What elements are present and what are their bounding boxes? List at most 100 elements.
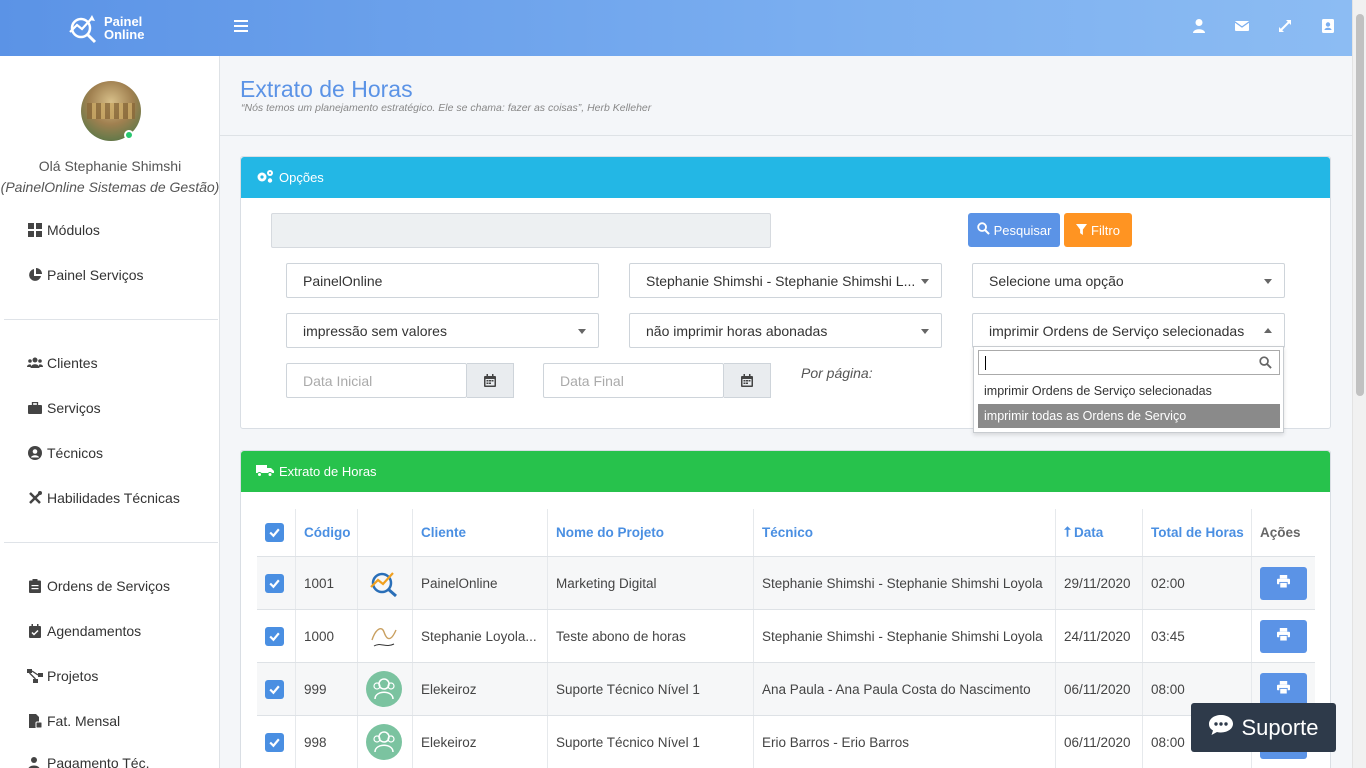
option-select[interactable]: Selecione uma opção: [972, 263, 1285, 298]
sidebar-item-label: Fat. Mensal: [47, 713, 121, 729]
file-invoice-icon: [27, 714, 43, 728]
table-row[interactable]: 998 Elekeiroz Suporte Técnico Nível 1 Er…: [257, 716, 1315, 768]
abonadas-select[interactable]: não imprimir horas abonadas: [629, 313, 942, 348]
cell-data: 06/11/2020: [1055, 663, 1142, 715]
row-checkbox[interactable]: [265, 732, 284, 752]
address-book-icon[interactable]: [1320, 18, 1336, 34]
options-card-header: Opções: [241, 157, 1330, 198]
sidebar-item-tecnicos[interactable]: Técnicos: [27, 445, 103, 461]
date-end-field[interactable]: Data Final: [543, 363, 724, 398]
people-placeholder-icon: [366, 724, 402, 760]
envelope-icon[interactable]: [1234, 18, 1250, 34]
briefcase-icon: [27, 401, 43, 415]
sidebar: Olá Stephanie Shimshi (PainelOnline Sist…: [0, 56, 220, 768]
sidebar-item-modulos[interactable]: Módulos: [27, 222, 100, 238]
client-logo: [357, 663, 412, 715]
row-checkbox[interactable]: [265, 573, 284, 593]
row-checkbox[interactable]: [265, 626, 284, 646]
expand-icon[interactable]: [1277, 18, 1293, 34]
sidebar-item-label: Pagamento Téc.: [47, 755, 150, 768]
search-button[interactable]: Pesquisar: [968, 213, 1060, 247]
column-header-acoes: Ações: [1251, 509, 1315, 556]
table-row[interactable]: 1001 PainelOnline Marketing Digital Step…: [257, 557, 1315, 610]
calendar-icon[interactable]: [467, 363, 514, 398]
table-header-row: Código Cliente Nome do Projeto Técnico D…: [257, 509, 1315, 557]
cell-cliente: Elekeiroz: [412, 663, 547, 715]
chat-bubble-icon: [1208, 714, 1234, 742]
client-logo: [357, 610, 412, 662]
column-header-tecnico[interactable]: Técnico: [753, 509, 1055, 556]
select-all-checkbox[interactable]: [265, 523, 284, 542]
search-input[interactable]: [271, 213, 771, 248]
dropdown-search-input[interactable]: [978, 350, 1280, 375]
calendar-icon[interactable]: [724, 363, 771, 398]
people-placeholder-icon: [366, 671, 402, 707]
logo-text-line2: Online: [104, 27, 145, 42]
cell-cliente: Stephanie Loyola...: [412, 610, 547, 662]
date-end-placeholder: Data Final: [560, 372, 624, 389]
support-chat-button[interactable]: Suporte: [1191, 703, 1336, 752]
sort-up-icon: [1064, 525, 1071, 540]
cell-projeto: Teste abono de horas: [547, 610, 753, 662]
user-dollar-icon: [27, 756, 43, 768]
column-header-cliente[interactable]: Cliente: [412, 509, 547, 556]
clipboard-icon: [27, 579, 43, 593]
column-header-codigo[interactable]: Código: [295, 509, 357, 556]
sidebar-item-painel-servicos[interactable]: Painel Serviços: [27, 267, 144, 283]
dropdown-option[interactable]: imprimir Ordens de Serviço selecionadas: [978, 379, 1280, 403]
tecnico-select[interactable]: Stephanie Shimshi - Stephanie Shimshi L.…: [629, 263, 942, 298]
tools-icon: [27, 491, 43, 505]
sidebar-item-servicos[interactable]: Serviços: [27, 400, 101, 416]
page-scrollbar[interactable]: [1352, 0, 1366, 768]
menu-toggle-icon[interactable]: [234, 20, 248, 34]
sidebar-item-projetos[interactable]: Projetos: [27, 668, 98, 684]
sidebar-item-pagamento-tec[interactable]: Pagamento Téc.: [27, 755, 149, 768]
search-icon: [976, 222, 990, 238]
dropdown-option-highlighted[interactable]: imprimir todas as Ordens de Serviço: [978, 404, 1280, 428]
date-start-field[interactable]: Data Inicial: [286, 363, 467, 398]
extrato-card-header: Extrato de Horas: [241, 451, 1330, 492]
sidebar-item-fat-mensal[interactable]: Fat. Mensal: [27, 713, 120, 729]
options-card-title: Opções: [279, 170, 324, 185]
client-field[interactable]: PainelOnline: [286, 263, 599, 298]
sidebar-item-label: Módulos: [47, 222, 100, 238]
abonadas-select-value: não imprimir horas abonadas: [646, 322, 828, 339]
filter-icon: [1076, 223, 1088, 238]
column-header-total-horas[interactable]: Total de Horas: [1142, 509, 1251, 556]
signature-logo-icon: [366, 618, 402, 654]
user-icon[interactable]: [1191, 18, 1207, 34]
print-button[interactable]: [1260, 672, 1307, 706]
table-row[interactable]: 1000 Stephanie Loyola... Teste abono de …: [257, 610, 1315, 663]
sidebar-item-label: Serviços: [47, 400, 101, 416]
print-values-select[interactable]: impressão sem valores: [286, 313, 599, 348]
print-button[interactable]: [1260, 566, 1307, 600]
column-header-projeto[interactable]: Nome do Projeto: [547, 509, 753, 556]
user-company: (PainelOnline Sistemas de Gestão): [0, 179, 220, 195]
cell-tecnico: Ana Paula - Ana Paula Costa do Nasciment…: [753, 663, 1055, 715]
top-navbar: Painel Online: [0, 0, 1352, 56]
sidebar-item-ordens-de-servicos[interactable]: Ordens de Serviços: [27, 578, 170, 594]
sidebar-divider: [4, 542, 218, 543]
client-logo: [357, 716, 412, 768]
sidebar-item-clientes[interactable]: Clientes: [27, 355, 98, 371]
extrato-card: Extrato de Horas Código Cliente Nome do …: [240, 450, 1331, 768]
scrollbar-thumb[interactable]: [1356, 14, 1364, 396]
table-row[interactable]: 999 Elekeiroz Suporte Técnico Nível 1 An…: [257, 663, 1315, 716]
sidebar-item-agendamentos[interactable]: Agendamentos: [27, 623, 141, 639]
support-label: Suporte: [1241, 714, 1319, 740]
filter-button[interactable]: Filtro: [1064, 213, 1132, 247]
column-header-data[interactable]: Data: [1055, 509, 1142, 556]
sidebar-item-label: Ordens de Serviços: [47, 578, 170, 594]
page-quote: “Nós temos um planejamento estratégico. …: [241, 102, 652, 114]
os-print-select[interactable]: imprimir Ordens de Serviço selecionadas: [972, 313, 1285, 348]
sidebar-item-habilidades-tecnicas[interactable]: Habilidades Técnicas: [27, 490, 180, 506]
print-button[interactable]: [1260, 619, 1307, 653]
grid-icon: [27, 223, 43, 237]
row-checkbox[interactable]: [265, 679, 284, 699]
sidebar-item-label: Clientes: [47, 355, 98, 371]
os-print-select-value: imprimir Ordens de Serviço selecionadas: [989, 322, 1245, 339]
app-logo[interactable]: Painel Online: [68, 12, 158, 44]
user-greeting: Olá Stephanie Shimshi: [38, 158, 182, 174]
sidebar-item-label: Projetos: [47, 668, 99, 684]
print-icon: [1277, 681, 1290, 697]
